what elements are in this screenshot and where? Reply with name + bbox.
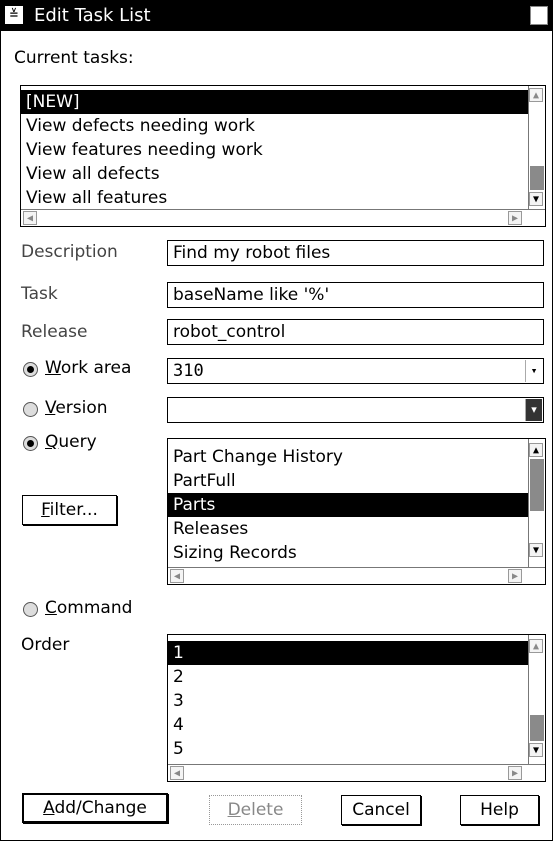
list-item[interactable]: 2 (168, 665, 529, 689)
help-button[interactable]: Help (460, 795, 539, 825)
horizontal-scrollbar[interactable]: ◀ ▶ (168, 764, 545, 781)
work-area-radio[interactable] (23, 362, 38, 377)
list-item[interactable]: Part Change History (168, 445, 529, 469)
query-list[interactable]: Part Change History PartFull Parts Relea… (167, 438, 546, 585)
list-item[interactable]: 1 (168, 641, 529, 665)
release-field[interactable]: robot_control (167, 319, 544, 345)
arrow-left-icon[interactable]: ◀ (170, 766, 184, 780)
arrow-right-icon[interactable]: ▶ (508, 211, 522, 225)
arrow-down-icon[interactable]: ▼ (529, 192, 543, 206)
current-tasks-list[interactable]: [NEW] View defects needing work View fea… (20, 85, 546, 227)
order-list[interactable]: 1 2 3 4 5 ▲ ▼ ◀ ▶ (167, 634, 546, 782)
current-tasks-label: Current tasks: (14, 48, 134, 68)
arrow-up-icon[interactable]: ▲ (529, 639, 543, 653)
filter-button[interactable]: Filter... (22, 495, 117, 525)
list-item[interactable]: Parts (168, 493, 529, 517)
list-item[interactable]: View defects needing work (21, 114, 529, 138)
query-label-rest: uery (58, 432, 97, 452)
list-item[interactable]: View all defects (21, 162, 529, 186)
list-item[interactable]: 5 (168, 737, 529, 761)
version-label: Version (45, 398, 108, 418)
command-label-rest: ommand (56, 598, 133, 618)
list-item[interactable]: Releases (168, 517, 529, 541)
list-item[interactable]: [NEW] (21, 90, 529, 114)
work-area-value: 310 (173, 361, 204, 381)
version-dropdown[interactable]: ▾ (167, 397, 544, 423)
edit-task-list-window: ≚ Edit Task List Current tasks: [NEW] Vi… (0, 0, 553, 841)
arrow-left-icon[interactable]: ◀ (170, 569, 184, 583)
horizontal-scrollbar[interactable]: ◀ ▶ (21, 209, 545, 226)
cancel-button[interactable]: Cancel (341, 795, 421, 825)
list-item[interactable]: 3 (168, 689, 529, 713)
release-label: Release (21, 322, 88, 342)
list-item[interactable]: View all features (21, 186, 529, 210)
scroll-thumb[interactable] (530, 166, 544, 190)
command-label: Command (45, 598, 133, 618)
list-item[interactable]: View features needing work (21, 138, 529, 162)
list-item[interactable]: 4 (168, 713, 529, 737)
version-radio[interactable] (23, 402, 38, 417)
dropdown-icon[interactable]: ▾ (525, 399, 542, 421)
add-change-button[interactable]: Add/Change (22, 793, 168, 823)
title-bar[interactable]: ≚ Edit Task List (1, 1, 552, 31)
system-menu-icon[interactable]: ≚ (5, 6, 23, 24)
delete-label-rest: elete (240, 800, 284, 820)
list-item[interactable]: PartFull (168, 469, 529, 493)
description-label: Description (21, 242, 118, 262)
query-label: Query (45, 432, 97, 452)
vertical-scrollbar[interactable]: ▲ ▼ (528, 439, 545, 568)
scroll-thumb[interactable] (530, 715, 544, 741)
version-label-rest: ersion (55, 398, 108, 418)
arrow-right-icon[interactable]: ▶ (508, 766, 522, 780)
arrow-up-icon[interactable]: ▲ (529, 88, 543, 102)
command-radio[interactable] (23, 602, 38, 617)
window-title: Edit Task List (34, 5, 151, 26)
work-area-dropdown[interactable]: 310 ▾ (167, 358, 544, 384)
work-area-label-rest: ork area (60, 358, 132, 378)
arrow-left-icon[interactable]: ◀ (23, 211, 37, 225)
task-field[interactable]: baseName like '%' (167, 282, 544, 308)
arrow-down-icon[interactable]: ▼ (529, 543, 543, 557)
filter-button-label-rest: ilter... (49, 500, 98, 520)
description-field[interactable]: Find my robot files (167, 240, 544, 266)
query-radio[interactable] (23, 436, 38, 451)
task-label: Task (21, 284, 58, 304)
vertical-scrollbar[interactable]: ▲ ▼ (528, 86, 545, 210)
dropdown-icon[interactable]: ▾ (525, 360, 542, 382)
list-item[interactable]: Sizing Records (168, 541, 529, 565)
arrow-down-icon[interactable]: ▼ (529, 743, 543, 757)
horizontal-scrollbar[interactable]: ◀ ▶ (168, 567, 545, 584)
scroll-thumb[interactable] (530, 459, 544, 511)
vertical-scrollbar[interactable]: ▲ ▼ (528, 635, 545, 765)
maximize-icon[interactable] (530, 6, 548, 25)
work-area-label: Work area (45, 358, 132, 378)
add-change-label-rest: dd/Change (54, 798, 147, 818)
arrow-up-icon[interactable]: ▲ (529, 443, 543, 457)
delete-button[interactable]: Delete (209, 795, 302, 825)
order-label: Order (21, 635, 70, 655)
arrow-right-icon[interactable]: ▶ (508, 569, 522, 583)
